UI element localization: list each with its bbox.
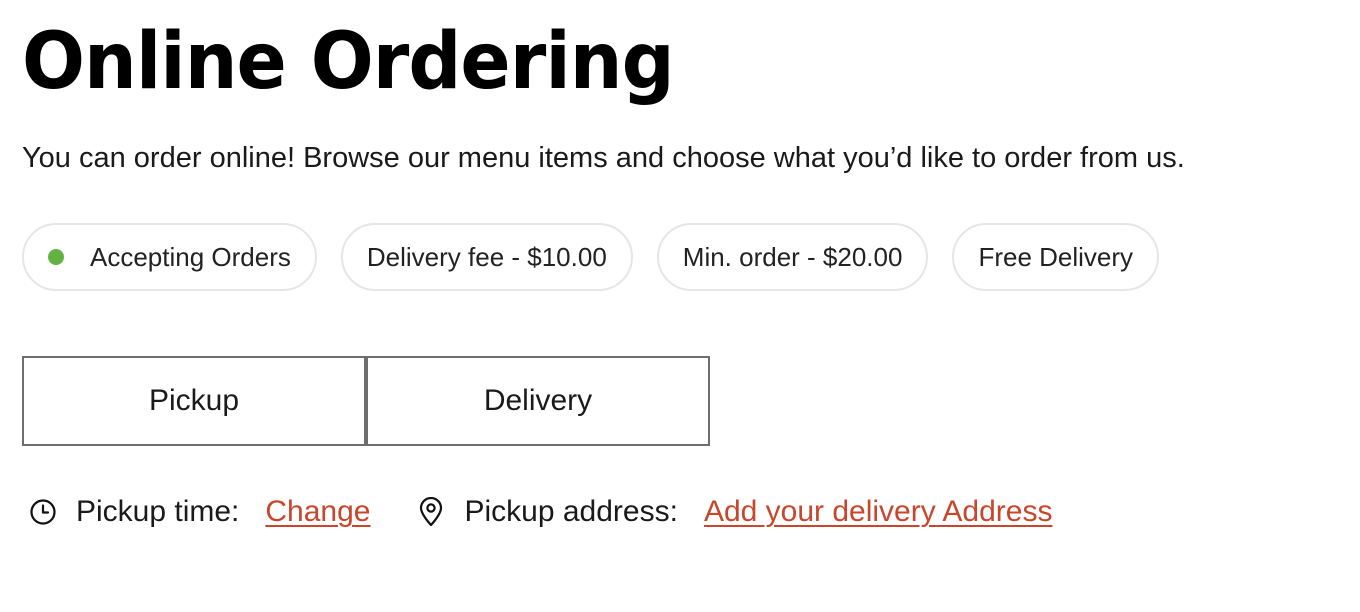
clock-icon — [28, 497, 58, 527]
accepting-orders-badge: Accepting Orders — [22, 223, 317, 291]
min-order-label: Min. order - $20.00 — [682, 241, 903, 272]
pickup-button[interactable]: Pickup — [22, 356, 366, 446]
order-info-badges: Accepting Orders Delivery fee - $10.00 M… — [22, 223, 1160, 291]
online-ordering-page: Online Ordering You can order online! Br… — [0, 0, 1360, 612]
delivery-fee-badge: Delivery fee - $10.00 — [340, 223, 633, 291]
change-time-link[interactable]: Change — [265, 495, 370, 529]
pickup-info-row: Pickup time: Change Pickup address: Add … — [28, 490, 1052, 534]
page-title: Online Ordering — [22, 17, 675, 107]
delivery-button[interactable]: Delivery — [366, 356, 710, 446]
free-delivery-badge: Free Delivery — [952, 223, 1160, 291]
min-order-badge: Min. order - $20.00 — [656, 223, 929, 291]
accepting-orders-label: Accepting Orders — [90, 241, 291, 272]
delivery-fee-label: Delivery fee - $10.00 — [366, 241, 607, 272]
status-dot-icon — [48, 249, 64, 265]
pickup-address-label: Pickup address: — [464, 495, 678, 528]
add-delivery-address-link[interactable]: Add your delivery Address — [704, 495, 1053, 529]
map-pin-icon — [416, 497, 446, 527]
order-mode-toggle: Pickup Delivery — [22, 356, 710, 446]
page-subtitle: You can order online! Browse our menu it… — [22, 142, 1185, 174]
free-delivery-label: Free Delivery — [978, 241, 1134, 272]
pickup-time-label: Pickup time: — [76, 495, 240, 528]
